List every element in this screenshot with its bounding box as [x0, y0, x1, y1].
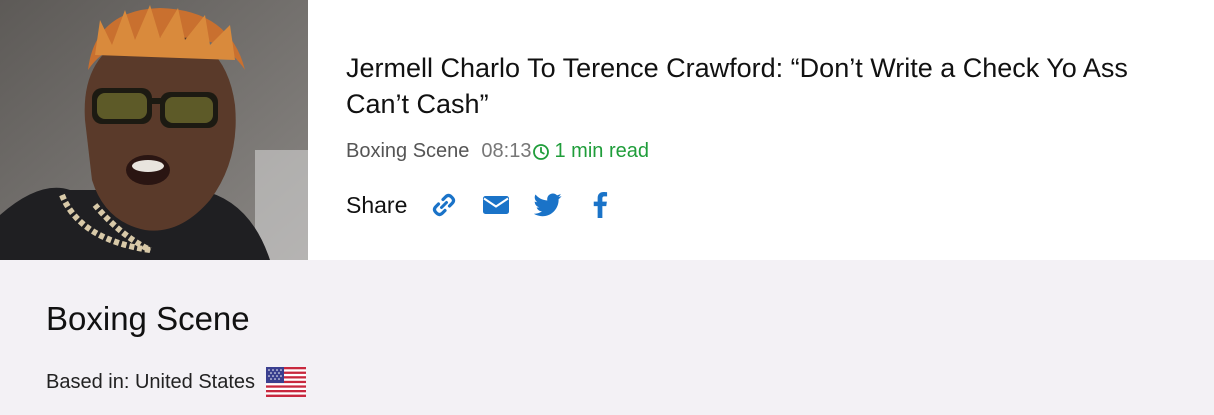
twitter-icon [534, 193, 562, 217]
read-time: 1 min read [554, 140, 649, 162]
article-time: 08:13 [481, 140, 532, 162]
us-flag-icon [266, 367, 307, 397]
share-bar: Share [346, 190, 637, 220]
share-link-button[interactable] [429, 190, 459, 220]
share-facebook-button[interactable] [585, 190, 615, 220]
share-twitter-button[interactable] [533, 190, 563, 220]
based-in-text: Based in: United States [46, 370, 256, 393]
source-name[interactable]: Boxing Scene [46, 300, 250, 338]
facebook-icon [594, 192, 608, 218]
share-email-button[interactable] [481, 190, 511, 220]
article-source[interactable]: Boxing Scene [346, 140, 469, 163]
boxer-portrait-image [0, 0, 308, 260]
share-label: Share [346, 191, 408, 218]
article-meta: Boxing Scene 08:13 1 min read [346, 140, 649, 163]
envelope-icon [483, 196, 510, 214]
article-card[interactable]: Jermell Charlo To Terence Crawford: “Don… [0, 0, 1214, 260]
article-thumbnail[interactable] [0, 0, 308, 260]
clock-icon [532, 143, 550, 161]
article-title[interactable]: Jermell Charlo To Terence Crawford: “Don… [346, 50, 1186, 122]
link-icon [433, 193, 456, 217]
source-location: Based in: United States [46, 367, 307, 397]
